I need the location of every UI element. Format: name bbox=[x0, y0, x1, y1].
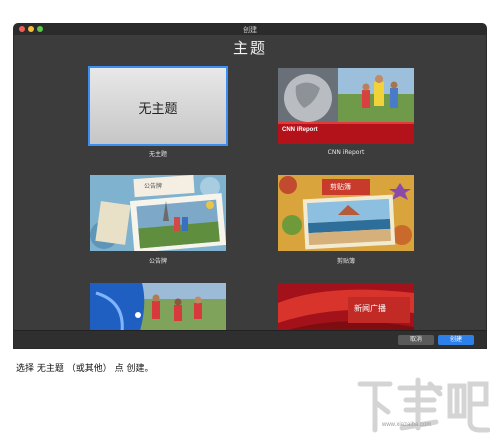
instruction-text: 选择 无主题 （或其他） 点 创建。 bbox=[16, 364, 154, 374]
theme-caption: 无主题 bbox=[148, 151, 167, 158]
thumbnail-title: 剪贴簿 bbox=[330, 183, 351, 191]
theme-tile-cnn-ireport[interactable]: CNN iReport CNN iReport bbox=[278, 68, 414, 156]
watermark-url: www.xiazaiba.com bbox=[382, 422, 432, 428]
window-title: 创建 bbox=[243, 26, 257, 34]
thumbnail-title: CNN iReport bbox=[282, 127, 318, 133]
theme-thumbnail-bulletin-board[interactable]: 公告牌 bbox=[90, 175, 226, 251]
theme-thumbnail-news[interactable]: 新闻广播 bbox=[278, 283, 414, 330]
theme-tile-none[interactable]: 无主题 无主题 bbox=[90, 68, 226, 158]
create-dialog-window: 创建 主题 无主题 无主题 CNN iReport CNN iReport 公告… bbox=[14, 24, 486, 348]
thumbnail-title: 无主题 bbox=[138, 102, 178, 117]
theme-tile-bulletin-board[interactable]: 公告牌 公告牌 bbox=[90, 175, 226, 265]
create-button[interactable]: 创建 bbox=[438, 335, 474, 345]
theme-tile-sports[interactable] bbox=[90, 283, 226, 330]
thumbnail-title: 公告牌 bbox=[144, 183, 163, 190]
theme-thumbnail-none[interactable]: 无主题 bbox=[90, 68, 226, 144]
title-bar: 创建 bbox=[14, 24, 486, 35]
theme-caption: 剪贴簿 bbox=[336, 258, 355, 265]
theme-caption: CNN iReport bbox=[327, 149, 365, 156]
theme-thumbnail-cnn-ireport[interactable]: CNN iReport bbox=[278, 68, 414, 144]
theme-caption: 公告牌 bbox=[148, 258, 167, 265]
theme-tile-scrapbook[interactable]: 剪贴簿 剪贴簿 bbox=[278, 175, 414, 265]
theme-thumbnail-sports[interactable] bbox=[90, 283, 226, 330]
theme-heading: 主题 bbox=[232, 39, 267, 57]
theme-grid: 无主题 无主题 CNN iReport CNN iReport 公告牌 公告牌 … bbox=[14, 62, 486, 330]
cancel-button[interactable]: 取消 bbox=[398, 335, 434, 345]
thumbnail-title: 新闻广播 bbox=[354, 304, 386, 313]
theme-thumbnail-scrapbook[interactable]: 剪贴簿 bbox=[278, 175, 414, 251]
news-artwork bbox=[278, 283, 414, 330]
theme-tile-news[interactable]: 新闻广播 bbox=[278, 283, 414, 330]
sports-artwork bbox=[90, 283, 226, 330]
dialog-footer: 取消 创建 bbox=[14, 330, 486, 348]
